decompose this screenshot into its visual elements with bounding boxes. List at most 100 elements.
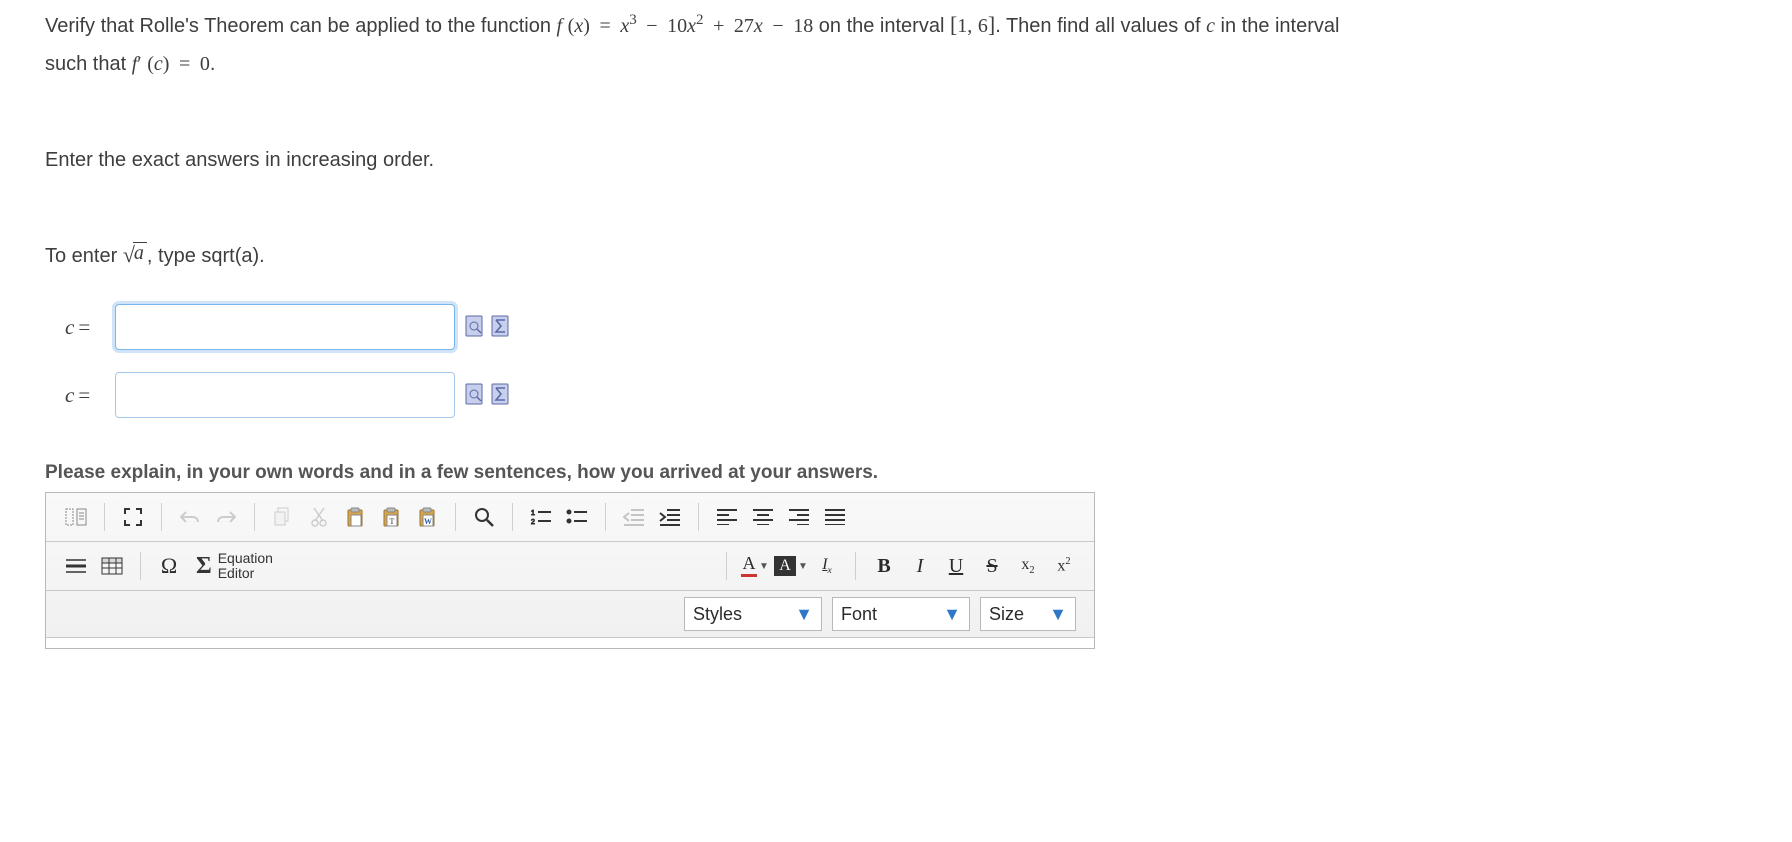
question-prefix: Verify that Rolle's Theorem can be appli…: [45, 15, 557, 37]
remove-format-button[interactable]: Ix: [809, 548, 845, 584]
term-x3: x: [754, 15, 763, 37]
indent-icon[interactable]: [652, 499, 688, 535]
copy-icon[interactable]: [265, 499, 301, 535]
such-that-text: such that: [45, 53, 132, 75]
subscript-button[interactable]: x2: [1010, 548, 1046, 584]
after-interval-text: . Then find all values of: [995, 15, 1206, 37]
on-interval-text: on the interval: [819, 15, 950, 37]
strikethrough-icon: S: [986, 555, 997, 578]
bold-icon: B: [877, 555, 890, 578]
sigma-icon[interactable]: [489, 381, 513, 409]
minus1: −: [642, 15, 661, 37]
text-color-button[interactable]: A ▼: [737, 548, 773, 584]
instr2-post: , type sqrt(a).: [147, 245, 265, 267]
sqrt-arg: a: [133, 242, 147, 263]
c-input-2[interactable]: [115, 372, 455, 418]
period: .: [210, 53, 216, 75]
minus2: −: [768, 15, 787, 37]
underline-button[interactable]: U: [938, 548, 974, 584]
chevron-down-icon: ▼: [795, 604, 813, 625]
underline-icon: U: [949, 555, 963, 578]
align-left-icon[interactable]: [709, 499, 745, 535]
styles-combo[interactable]: Styles ▼: [684, 597, 822, 631]
c-input-1[interactable]: [115, 304, 455, 350]
chevron-down-icon: ▼: [798, 561, 808, 572]
answer-row: c=: [65, 372, 1747, 418]
svg-text:1: 1: [531, 510, 535, 517]
numbered-list-icon[interactable]: 12: [523, 499, 559, 535]
fn-f: f: [557, 15, 563, 37]
toolbar-row-2: Ω Σ Equation Editor A ▼: [46, 542, 1094, 591]
term-x2: x: [687, 15, 696, 37]
text-color-icon: A: [741, 555, 757, 576]
cut-icon[interactable]: [301, 499, 337, 535]
in-interval-text: in the interval: [1215, 15, 1340, 37]
bold-button[interactable]: B: [866, 548, 902, 584]
svg-text:2: 2: [531, 519, 535, 526]
superscript-button[interactable]: x2: [1046, 548, 1082, 584]
answer-label: c=: [65, 315, 103, 340]
italic-icon: I: [917, 555, 924, 578]
outdent-icon[interactable]: [616, 499, 652, 535]
sqrt-sample: √ a: [123, 242, 147, 268]
special-char-icon[interactable]: Ω: [151, 548, 187, 584]
toolbar-row-1: T W 12: [46, 493, 1094, 542]
italic-button[interactable]: I: [902, 548, 938, 584]
bg-color-icon: A: [774, 556, 796, 576]
maximize-icon[interactable]: [115, 499, 151, 535]
explain-prompt: Please explain, in your own words and in…: [45, 462, 1747, 484]
bg-color-button[interactable]: A ▼: [773, 548, 809, 584]
find-icon[interactable]: [466, 499, 502, 535]
undo-icon[interactable]: [172, 499, 208, 535]
interval-a: 1: [957, 15, 967, 37]
sigma-icon[interactable]: [489, 313, 513, 341]
answer-row: c=: [65, 304, 1747, 350]
label-eq: =: [74, 315, 90, 339]
remove-format-icon: Ix: [822, 556, 832, 576]
preview-icon[interactable]: [463, 313, 487, 341]
interval-comma: ,: [967, 15, 972, 37]
toolbar-row-3: Styles ▼ Font ▼ Size ▼: [46, 591, 1094, 638]
chevron-down-icon: ▼: [1049, 604, 1067, 625]
editor-body[interactable]: [46, 638, 1094, 648]
source-icon[interactable]: [58, 499, 94, 535]
align-justify-icon[interactable]: [817, 499, 853, 535]
label-c: c: [65, 315, 74, 339]
redo-icon[interactable]: [208, 499, 244, 535]
sigma-glyph-icon: Σ: [196, 553, 212, 580]
styles-label: Styles: [693, 604, 742, 625]
instruction-sqrt: To enter √ a , type sqrt(a).: [45, 242, 1747, 268]
align-center-icon[interactable]: [745, 499, 781, 535]
paste-text-icon[interactable]: T: [373, 499, 409, 535]
preview-icon[interactable]: [463, 381, 487, 409]
fn-arg-x: x: [574, 15, 583, 37]
paste-word-icon[interactable]: W: [409, 499, 445, 535]
svg-text:W: W: [424, 517, 432, 526]
paste-icon[interactable]: [337, 499, 373, 535]
equation-editor-button[interactable]: Σ Equation Editor: [187, 548, 282, 584]
font-combo[interactable]: Font ▼: [832, 597, 970, 631]
chevron-down-icon: ▼: [759, 561, 769, 572]
answer-rows: c= c=: [65, 304, 1747, 418]
exp-3: 3: [629, 12, 637, 28]
term-x1: x: [620, 15, 629, 37]
coef-18: 18: [793, 15, 813, 37]
fprime-open: (: [147, 53, 154, 75]
size-combo[interactable]: Size ▼: [980, 597, 1076, 631]
prime-char: ′: [137, 53, 141, 75]
horizontal-rule-icon[interactable]: [58, 548, 94, 584]
coef-10: 10: [667, 15, 687, 37]
table-icon[interactable]: [94, 548, 130, 584]
font-label: Font: [841, 604, 877, 625]
plus1: +: [709, 15, 728, 37]
label-eq: =: [74, 383, 90, 407]
eq-sign: =: [595, 15, 614, 37]
strikethrough-button[interactable]: S: [974, 548, 1010, 584]
answer-label: c=: [65, 383, 103, 408]
fprime-c: c: [154, 53, 163, 75]
superscript-icon: x2: [1057, 556, 1070, 575]
question-text: Verify that Rolle's Theorem can be appli…: [45, 8, 1747, 79]
bulleted-list-icon[interactable]: [559, 499, 595, 535]
align-right-icon[interactable]: [781, 499, 817, 535]
zero: 0: [200, 53, 210, 75]
